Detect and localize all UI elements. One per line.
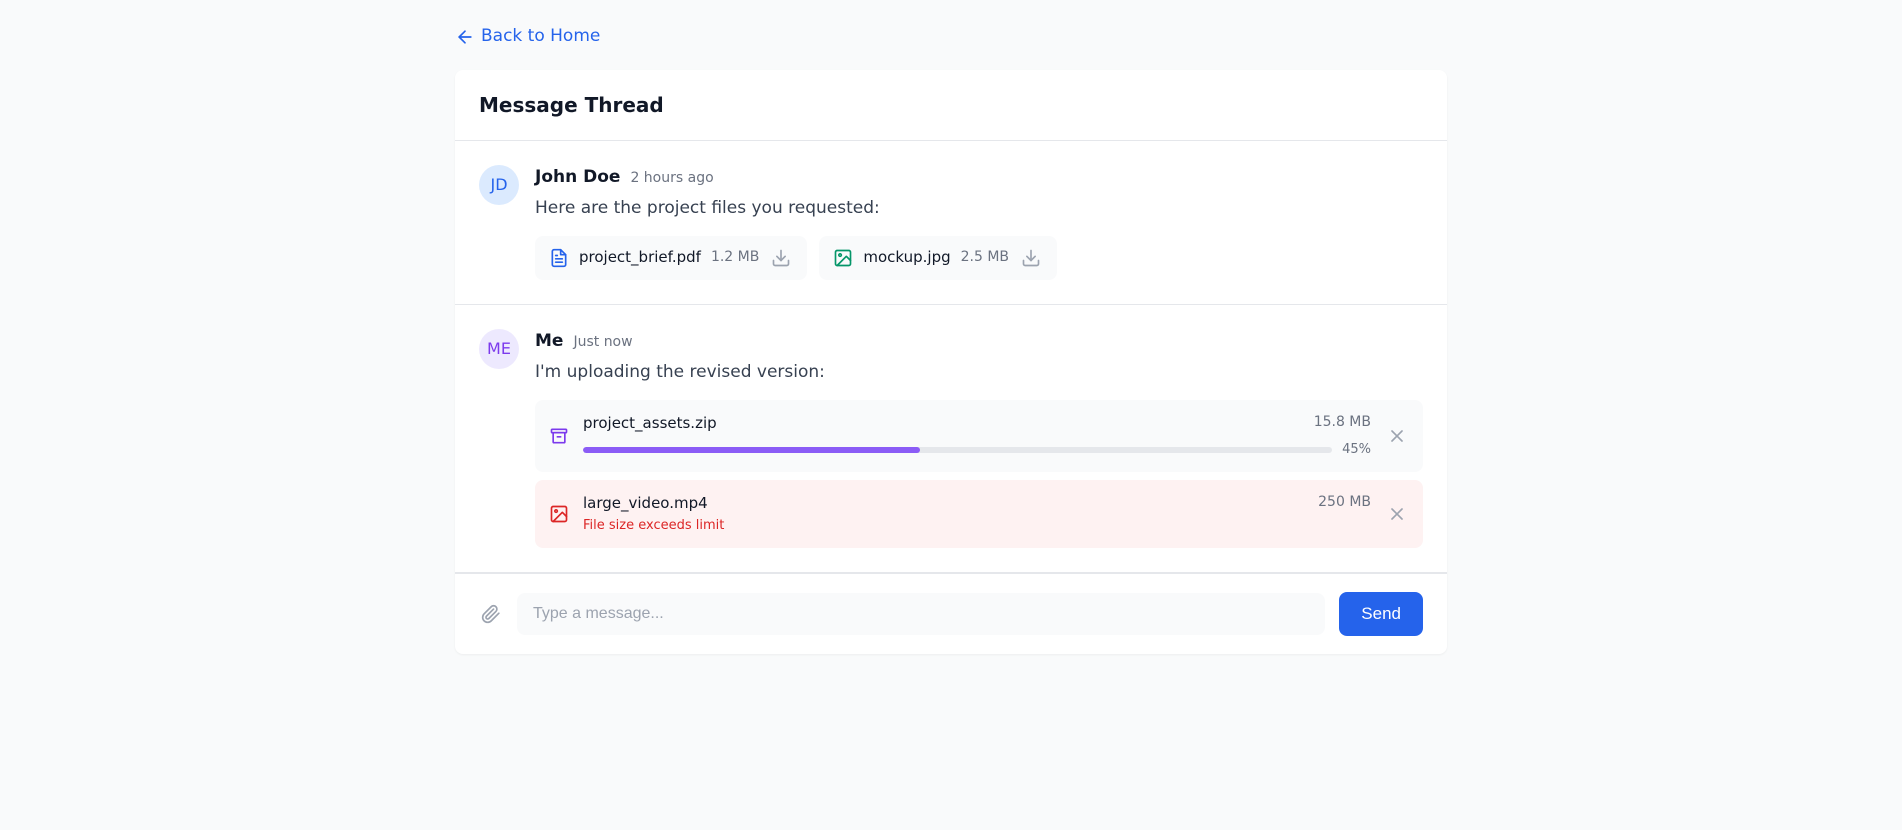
cancel-upload-button[interactable] xyxy=(1385,424,1409,448)
message: JD John Doe 2 hours ago Here are the pro… xyxy=(455,141,1447,305)
avatar: ME xyxy=(479,329,519,369)
file-text-icon xyxy=(549,248,569,268)
avatar-initials: JD xyxy=(490,173,507,197)
send-button[interactable]: Send xyxy=(1339,592,1423,636)
progress-fill xyxy=(583,447,920,453)
avatar: JD xyxy=(479,165,519,205)
uploads-list: project_assets.zip 15.8 MB 45% xyxy=(535,400,1423,548)
message-input[interactable] xyxy=(517,593,1325,635)
upload-name: project_assets.zip xyxy=(583,412,717,435)
remove-upload-button[interactable] xyxy=(1385,502,1409,526)
attach-file-button[interactable] xyxy=(479,602,503,626)
message-author: Me xyxy=(535,329,563,355)
card-header: Message Thread xyxy=(455,70,1447,141)
back-to-home-link[interactable]: Back to Home xyxy=(455,24,600,50)
message-time: Just now xyxy=(573,332,632,353)
download-icon xyxy=(1021,248,1041,268)
paperclip-icon xyxy=(481,604,501,624)
image-icon xyxy=(549,504,569,524)
progress-bar xyxy=(583,447,1332,453)
close-icon xyxy=(1387,504,1407,524)
attachment-name: mockup.jpg xyxy=(863,246,950,269)
upload-size: 15.8 MB xyxy=(1314,412,1371,433)
thread-card: Message Thread JD John Doe 2 hours ago H… xyxy=(455,70,1447,654)
upload-size: 250 MB xyxy=(1318,492,1371,513)
progress-percent: 45% xyxy=(1342,440,1371,460)
message-body: Here are the project files you requested… xyxy=(535,196,1423,222)
message-author: John Doe xyxy=(535,165,620,191)
message-body: I'm uploading the revised version: xyxy=(535,360,1423,386)
attachment-size: 1.2 MB xyxy=(711,247,759,268)
upload-item-error: large_video.mp4 250 MB File size exceeds… xyxy=(535,480,1423,548)
attachments-row: project_brief.pdf 1.2 MB mockup.jpg 2.5 … xyxy=(535,236,1423,280)
close-icon xyxy=(1387,426,1407,446)
attachment-name: project_brief.pdf xyxy=(579,246,701,269)
back-link-label: Back to Home xyxy=(481,24,600,50)
download-icon xyxy=(771,248,791,268)
page-container: Back to Home Message Thread JD John Doe … xyxy=(439,0,1463,678)
attachment-size: 2.5 MB xyxy=(961,247,1009,268)
download-button[interactable] xyxy=(769,246,793,270)
attachment-chip: project_brief.pdf 1.2 MB xyxy=(535,236,807,280)
image-icon xyxy=(833,248,853,268)
upload-error: File size exceeds limit xyxy=(583,516,1371,536)
composer: Send xyxy=(455,573,1447,654)
message: ME Me Just now I'm uploading the revised… xyxy=(455,305,1447,573)
attachment-chip: mockup.jpg 2.5 MB xyxy=(819,236,1057,280)
message-time: 2 hours ago xyxy=(630,168,713,189)
arrow-left-icon xyxy=(455,27,475,47)
archive-icon xyxy=(549,426,569,446)
upload-name: large_video.mp4 xyxy=(583,492,708,515)
download-button[interactable] xyxy=(1019,246,1043,270)
thread-title: Message Thread xyxy=(479,90,1423,120)
upload-item: project_assets.zip 15.8 MB 45% xyxy=(535,400,1423,472)
avatar-initials: ME xyxy=(487,337,511,361)
